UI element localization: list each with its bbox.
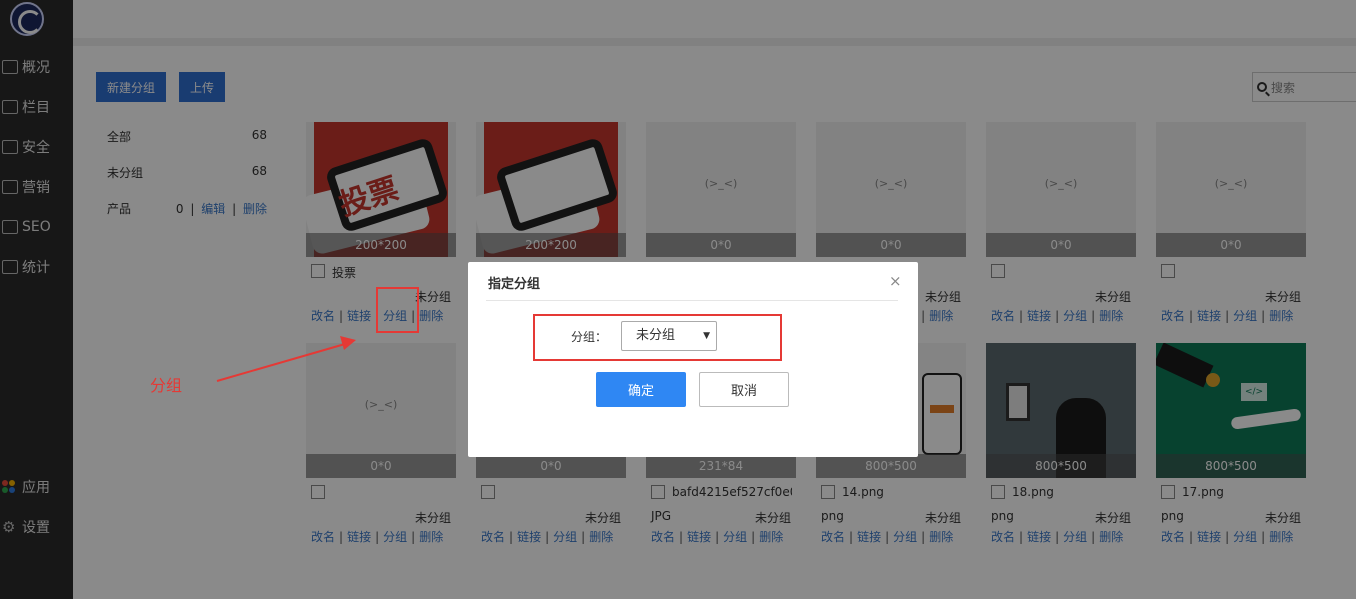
- annotation-highlight-group-action: [376, 287, 419, 333]
- close-icon[interactable]: ×: [889, 272, 902, 290]
- confirm-button[interactable]: 确定: [596, 372, 686, 407]
- dialog-title: 指定分组: [488, 277, 541, 292]
- annotation-highlight-select: [533, 314, 782, 361]
- dialog-divider: [486, 300, 898, 301]
- annotation-label: 分组: [150, 376, 183, 395]
- cancel-button[interactable]: 取消: [699, 372, 789, 407]
- assign-group-dialog: 指定分组 × 分组： 未分组 ▼ 确定 取消: [468, 262, 918, 457]
